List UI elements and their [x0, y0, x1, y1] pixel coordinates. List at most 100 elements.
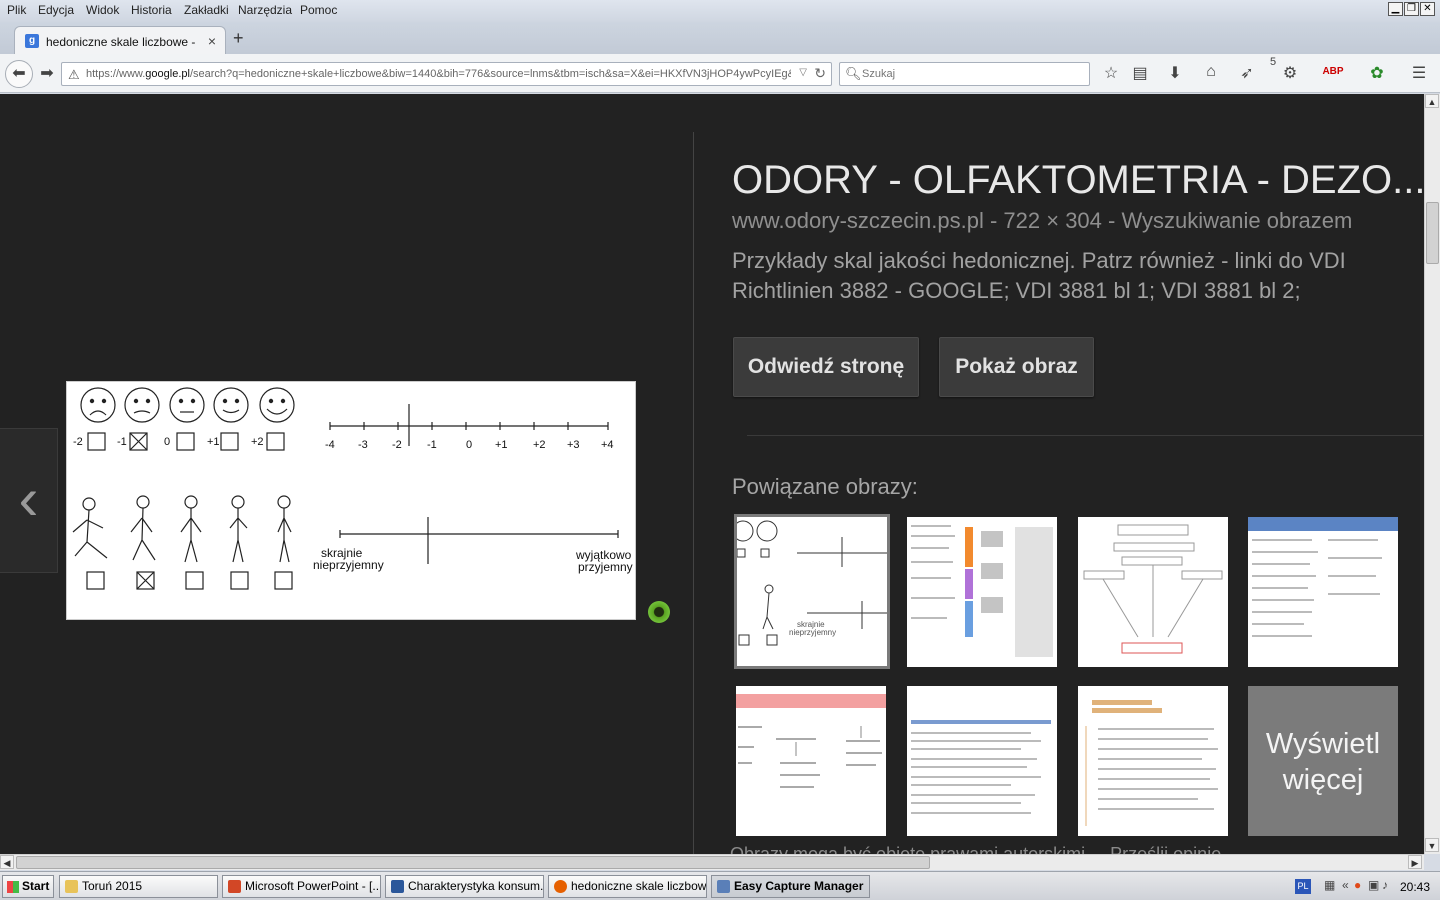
- horizontal-scrollbar[interactable]: ◀ ▶: [0, 854, 1424, 870]
- browser-tab[interactable]: g hedoniczne skale liczbowe - S... ×: [14, 26, 226, 55]
- checkbox-icon: [87, 432, 106, 451]
- related-image-thumbnail[interactable]: skrajnie nieprzyjemny: [734, 514, 890, 669]
- related-image-thumbnail[interactable]: [1078, 517, 1228, 667]
- vertical-scrollbar[interactable]: ▲ ▼: [1424, 94, 1440, 854]
- related-image-thumbnail[interactable]: [1078, 686, 1228, 836]
- search-input[interactable]: [862, 66, 1082, 82]
- diagram-thumbnail-graphic: [1083, 524, 1223, 654]
- scale-tick-label: +4: [601, 439, 614, 451]
- firefox-icon: [554, 880, 567, 893]
- volume-icon[interactable]: ♪: [1382, 878, 1388, 892]
- windows-logo-icon: [7, 881, 19, 893]
- previous-image-button[interactable]: ‹: [0, 428, 58, 573]
- score-label: -2: [73, 436, 83, 448]
- hamburger-menu-icon[interactable]: ☰: [1408, 63, 1430, 83]
- taskbar-item-folder[interactable]: Toruń 2015: [59, 875, 218, 898]
- network-icon[interactable]: ▣: [1368, 878, 1379, 892]
- reload-icon[interactable]: ↻: [814, 65, 826, 82]
- word-icon: [391, 880, 404, 893]
- score-label: +2: [251, 436, 264, 448]
- alert-icon[interactable]: ●: [1354, 878, 1361, 892]
- menu-history[interactable]: Historia: [131, 3, 172, 17]
- url-bar[interactable]: ⚠ https://www.google.pl/search?q=hedonic…: [61, 62, 832, 86]
- show-more-label[interactable]: Wyświetl więcej: [1248, 726, 1398, 798]
- taskbar: Start Toruń 2015 Microsoft PowerPoint - …: [0, 871, 1440, 900]
- loading-indicator-icon: [648, 601, 670, 623]
- image-description: Przykłady skal jakości hedonicznej. Patr…: [732, 248, 1346, 303]
- related-image-thumbnail[interactable]: [736, 686, 886, 836]
- powerpoint-icon: [228, 880, 241, 893]
- image-title[interactable]: ODORY - OLFAKTOMETRIA - DEZO...: [732, 158, 1424, 203]
- scale-tick-label: -2: [392, 439, 402, 451]
- taskbar-item-word[interactable]: Charakterystyka konsum...: [385, 875, 544, 898]
- tray-expand-icon[interactable]: «: [1342, 878, 1349, 892]
- bookmark-star-icon[interactable]: ☆: [1100, 63, 1122, 83]
- new-tab-button[interactable]: +: [233, 28, 244, 49]
- send-icon[interactable]: ➶: [1236, 63, 1258, 83]
- folder-icon: [65, 880, 78, 893]
- panel-divider: [693, 132, 694, 854]
- home-icon[interactable]: ⌂: [1200, 63, 1222, 81]
- system-tray: PL ▦ « ● ▣ ♪ 20:43: [1292, 875, 1438, 898]
- menu-tools[interactable]: Narzędzia: [238, 3, 292, 17]
- scroll-up-icon[interactable]: ▲: [1425, 94, 1439, 108]
- scroll-down-icon[interactable]: ▼: [1425, 838, 1439, 852]
- forward-button[interactable]: ➡: [37, 63, 57, 85]
- scale-tick-label: -1: [427, 439, 437, 451]
- scroll-left-icon[interactable]: ◀: [0, 855, 14, 869]
- scale-tick-label: +1: [495, 439, 508, 451]
- related-image-thumbnail[interactable]: [1248, 517, 1398, 667]
- visit-page-button[interactable]: Odwiedź stronę: [733, 337, 919, 397]
- walking-figure-icons: [72, 495, 292, 563]
- clock[interactable]: 20:43: [1400, 880, 1430, 894]
- menu-file[interactable]: Plik: [7, 3, 26, 17]
- scale-tick-label: 0: [466, 439, 472, 451]
- taskbar-item-powerpoint[interactable]: Microsoft PowerPoint - [...: [222, 875, 381, 898]
- score-label: -1: [117, 436, 127, 448]
- search-bar[interactable]: 🔍︎: [839, 62, 1090, 86]
- happy-face-icon: [259, 387, 295, 423]
- url-dropdown-icon[interactable]: ▽: [799, 67, 807, 78]
- neutral-face-icon: [169, 387, 205, 423]
- checkbox-icon: [176, 432, 195, 451]
- back-button[interactable]: ⬅: [5, 60, 33, 88]
- scale-right-label: przyjemny: [578, 560, 633, 574]
- adblock-icon[interactable]: ABP: [1322, 66, 1344, 77]
- google-favicon-icon: g: [25, 34, 39, 48]
- close-window-button[interactable]: ✕: [1420, 2, 1435, 16]
- taskbar-item-firefox[interactable]: hedoniczne skale liczbow...: [548, 875, 707, 898]
- url-text[interactable]: https://www.google.pl/search?q=hedoniczn…: [86, 68, 791, 80]
- checkbox-cross: [129, 432, 148, 451]
- extension-gear-icon[interactable]: ⚙: [1279, 63, 1301, 83]
- minimize-button[interactable]: ▁: [1388, 2, 1403, 16]
- menu-view[interactable]: Widok: [86, 3, 119, 17]
- scroll-right-icon[interactable]: ▶: [1408, 855, 1422, 869]
- scale-tick-label: +2: [533, 439, 546, 451]
- score-label: +1: [207, 436, 220, 448]
- security-extension-icon[interactable]: ✿: [1366, 63, 1388, 83]
- horizontal-scroll-thumb[interactable]: [16, 856, 930, 869]
- taskbar-item-easy-capture[interactable]: Easy Capture Manager: [711, 875, 870, 898]
- show-more-thumbnail[interactable]: Wyświetl więcej: [1248, 686, 1398, 836]
- scale-tick-label: +3: [567, 439, 580, 451]
- related-image-thumbnail[interactable]: [907, 517, 1057, 667]
- menu-help[interactable]: Pomoc: [300, 3, 337, 17]
- start-button[interactable]: Start: [2, 875, 54, 898]
- document-thumbnail-graphic: [911, 525, 1053, 657]
- checkbox-icon: [266, 432, 285, 451]
- close-tab-icon[interactable]: ×: [208, 33, 216, 49]
- restore-button[interactable]: ❐: [1404, 2, 1419, 16]
- menu-bookmarks[interactable]: Zakładki: [184, 3, 229, 17]
- downloads-icon[interactable]: ⬇: [1164, 63, 1186, 83]
- vertical-scroll-thumb[interactable]: [1426, 202, 1439, 264]
- language-indicator[interactable]: PL: [1295, 879, 1311, 894]
- show-image-button[interactable]: Pokaż obraz: [939, 337, 1094, 397]
- preview-image[interactable]: -2 -1 0 +1 +2 -4 -3 -2 -1 0 +1 +2 +3 +4 …: [66, 381, 636, 620]
- text-page-thumbnail-graphic: [911, 720, 1051, 814]
- table-thumbnail-graphic: [1248, 517, 1398, 637]
- related-image-thumbnail[interactable]: [907, 686, 1057, 836]
- keyboard-icon[interactable]: ▦: [1324, 878, 1335, 892]
- image-source-meta[interactable]: www.odory-szczecin.ps.pl - 722 × 304 - W…: [732, 208, 1352, 234]
- menu-edit[interactable]: Edycja: [38, 3, 74, 17]
- reading-list-icon[interactable]: ▤: [1129, 63, 1151, 83]
